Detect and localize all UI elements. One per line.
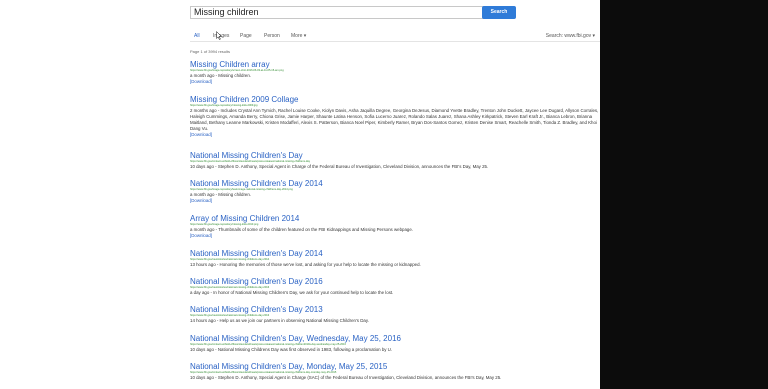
result-snippet: 10 days ago - Stephen D. Anthony, Specia… (190, 164, 489, 169)
result-snippet: 14 hours ago - Help us as we join our pa… (190, 318, 369, 323)
download-link[interactable]: [Download] (190, 198, 600, 204)
result-snippet: 10 days ago - National Missing Childrens… (190, 347, 393, 352)
search-result: Missing Children array https://www.fbi.g… (190, 60, 600, 85)
tab-person[interactable]: Person (264, 33, 280, 39)
search-input[interactable] (190, 6, 485, 19)
result-title-link[interactable]: National Missing Children's Day 2014 (190, 249, 600, 258)
right-dark-panel (600, 0, 768, 389)
result-title-link[interactable]: Array of Missing Children 2014 (190, 214, 600, 223)
search-scope-dropdown[interactable]: Search: www.fbi.gov ▾ (546, 33, 595, 39)
result-title-link[interactable]: National Missing Children's Day 2014 (190, 179, 600, 188)
search-result: National Missing Children's Day 2013 htt… (190, 305, 600, 324)
result-title-link[interactable]: National Missing Children's Day, Wednesd… (190, 334, 600, 343)
result-title-link[interactable]: Missing Children 2009 Collage (190, 95, 600, 104)
tab-all[interactable]: All (194, 33, 200, 39)
result-type-tabs: All Images Page Person More ▾ Search: ww… (190, 31, 600, 42)
result-title-link[interactable]: National Missing Children's Day, Monday,… (190, 362, 600, 371)
chevron-down-icon: ▾ (303, 33, 307, 39)
search-result: National Missing Children's Day https://… (190, 151, 600, 170)
mouse-cursor-icon (216, 31, 222, 40)
search-button[interactable]: Search (482, 6, 516, 19)
result-title-link[interactable]: National Missing Children's Day 2016 (190, 277, 600, 286)
result-title-link[interactable]: National Missing Children's Day 2013 (190, 305, 600, 314)
search-result: National Missing Children's Day 2014 htt… (190, 249, 600, 268)
tab-page[interactable]: Page (240, 33, 252, 39)
search-result: National Missing Children's Day 2014 htt… (190, 179, 600, 204)
search-result: Array of Missing Children 2014 https://w… (190, 214, 600, 239)
search-result: Missing Children 2009 Collage https://ww… (190, 95, 600, 138)
result-snippet: 13 hours ago - Honoring the memories of … (190, 262, 421, 267)
search-result: National Missing Children's Day, Monday,… (190, 362, 600, 381)
tab-more[interactable]: More ▾ (291, 33, 306, 39)
result-snippet: a day ago - In honor of National Missing… (190, 290, 394, 295)
search-result: National Missing Children's Day, Wednesd… (190, 334, 600, 353)
search-result: National Missing Children's Day 2016 htt… (190, 277, 600, 296)
tab-more-label: More (291, 33, 303, 39)
result-snippet: 10 days ago - Stephen D. Anthony, Specia… (190, 375, 502, 380)
result-count: Page 1 of 3994 results (190, 49, 231, 54)
result-snippet: 2 months ago - Includes Crystal Ann Tymi… (190, 108, 599, 131)
result-title-link[interactable]: National Missing Children's Day (190, 151, 600, 160)
download-link[interactable]: [Download] (190, 132, 600, 138)
download-link[interactable]: [Download] (190, 79, 600, 85)
download-link[interactable]: [Download] (190, 233, 600, 239)
result-title-link[interactable]: Missing Children array (190, 60, 600, 69)
